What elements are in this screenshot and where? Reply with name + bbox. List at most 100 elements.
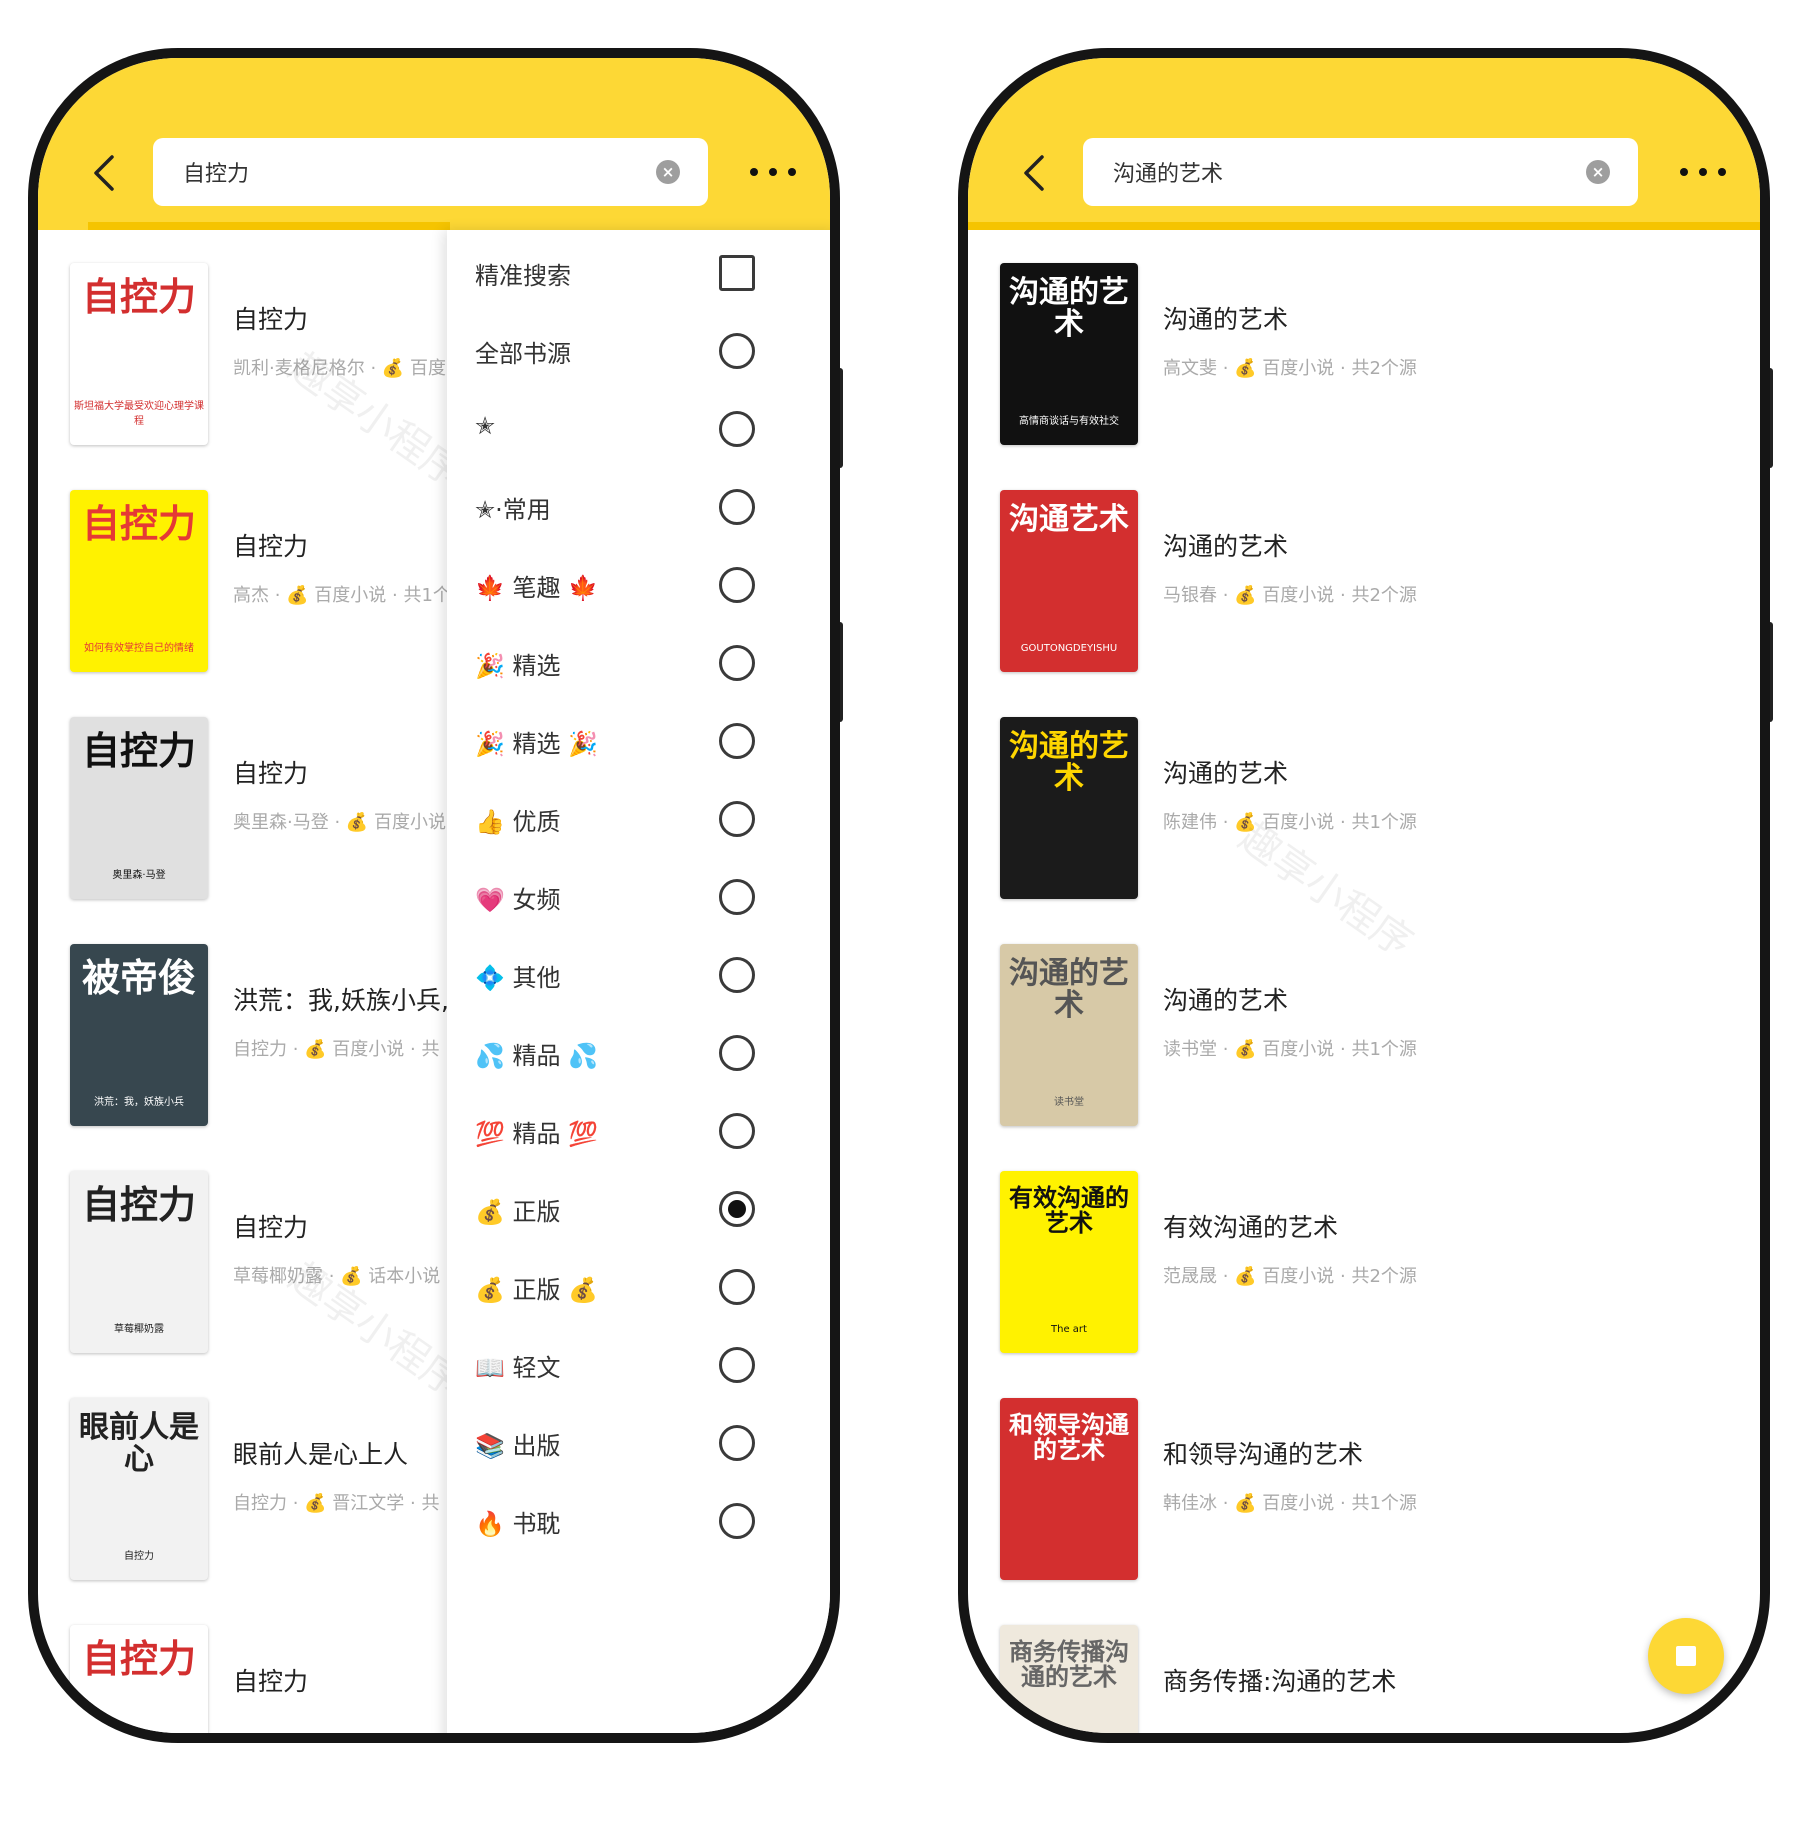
book-cover: 有效沟通的艺术 The art	[1000, 1171, 1138, 1353]
checkbox[interactable]	[719, 255, 755, 291]
book-cover-title: 自控力	[81, 1182, 196, 1227]
option-label: 🔥 书耽	[475, 1510, 561, 1538]
exact-search-option[interactable]: 精准搜索	[447, 234, 830, 324]
book-cover-title: 自控力	[81, 501, 196, 546]
radio-button[interactable]	[719, 489, 755, 525]
source-group-option[interactable]: 📚 出版	[447, 1404, 830, 1494]
book-meta: 高文斐 · 💰 百度小说 · 共2个源	[1163, 358, 1417, 379]
book-cover-subtitle: The art	[1051, 1324, 1087, 1335]
option-label: 精准搜索	[475, 262, 571, 290]
book-cover-subtitle: 洪荒：我，妖族小兵	[94, 1097, 184, 1108]
book-title: 自控力	[233, 532, 309, 561]
source-group-option[interactable]: 💰 正版 💰	[447, 1248, 830, 1338]
more-options-icon[interactable]	[750, 168, 796, 180]
book-meta: 高杰 · 💰 百度小说 · 共1个	[233, 585, 451, 606]
source-group-option[interactable]: ✭·常用	[447, 468, 830, 558]
back-arrow-icon[interactable]	[86, 153, 126, 193]
book-cover-subtitle: 读书堂	[1054, 1097, 1084, 1108]
radio-button[interactable]	[719, 1035, 755, 1071]
source-group-option[interactable]: 💗 女频	[447, 858, 830, 948]
clear-icon[interactable]: ×	[1586, 160, 1610, 184]
radio-button[interactable]	[719, 333, 755, 369]
option-label: 🎉 精选	[475, 652, 561, 680]
book-cover-title: 自控力	[81, 274, 196, 319]
radio-button[interactable]	[719, 879, 755, 915]
source-group-option[interactable]: 💰 正版	[447, 1170, 830, 1260]
book-meta: 韩佳冰 · 💰 百度小说 · 共1个源	[1163, 1493, 1417, 1514]
book-meta: 草莓椰奶露 · 💰 话本小说	[233, 1266, 441, 1287]
book-meta: 自控力 · 💰 晋江文学 · 共	[233, 1493, 440, 1514]
more-options-icon[interactable]	[1680, 168, 1726, 180]
option-label: 全部书源	[475, 340, 571, 368]
radio-button[interactable]	[719, 957, 755, 993]
book-cover-title: 被帝俊	[81, 955, 196, 1000]
radio-button[interactable]	[719, 801, 755, 837]
back-arrow-icon[interactable]	[1016, 153, 1056, 193]
source-group-option[interactable]: 💠 其他	[447, 936, 830, 1026]
option-label: 💗 女频	[475, 886, 561, 914]
source-filter-menu: 精准搜索全部书源 ✭ ✭·常用 🍁 笔趣 🍁 🎉 精选 🎉 精选 🎉 👍 优质 💗 女频 💠 其…	[447, 230, 830, 1733]
book-cover: 眼前人是心 自控力	[70, 1398, 208, 1580]
source-group-option[interactable]: 🍁 笔趣 🍁	[447, 546, 830, 636]
book-meta: 范晟晟 · 💰 百度小说 · 共2个源	[1163, 1266, 1417, 1287]
source-group-option[interactable]: 📖 轻文	[447, 1326, 830, 1416]
radio-button[interactable]	[719, 1191, 755, 1227]
search-input[interactable]: 自控力 ×	[153, 138, 708, 206]
book-meta: 凯利·麦格尼格尔 · 💰 百度	[233, 358, 447, 379]
book-meta: 陈建伟 · 💰 百度小说 · 共1个源	[1163, 812, 1417, 833]
option-label: 📖 轻文	[475, 1354, 561, 1382]
book-list-item[interactable]: 沟通的艺术 读书堂 沟通的艺术 读书堂 · 💰 百度小说 · 共1个源	[968, 911, 1760, 1138]
option-label: 💠 其他	[475, 964, 561, 992]
radio-button[interactable]	[719, 567, 755, 603]
stop-search-button[interactable]	[1648, 1618, 1724, 1694]
radio-button[interactable]	[719, 1347, 755, 1383]
option-label: 💦 精品 💦	[475, 1042, 599, 1070]
source-group-option[interactable]: 全部书源	[447, 312, 830, 402]
book-cover-title: 沟通的艺术	[1009, 275, 1129, 342]
book-list-item[interactable]: 沟通的艺术高情商谈话与有效社交 沟通的艺术高文斐 · 💰 百度小说 · 共2个源	[968, 230, 1760, 457]
source-group-option[interactable]: ✭	[447, 390, 830, 480]
book-list-item[interactable]: 商务传播沟通的艺术 商务传播:沟通的艺术	[968, 1592, 1760, 1733]
radio-button[interactable]	[719, 723, 755, 759]
book-cover: 沟通的艺术 读书堂	[1000, 944, 1138, 1126]
source-group-option[interactable]: 👍 优质	[447, 780, 830, 870]
stop-icon	[1676, 1646, 1696, 1666]
book-list-item[interactable]: 有效沟通的艺术 The art 有效沟通的艺术范晟晟 · 💰 百度小说 · 共2个源	[968, 1138, 1760, 1365]
book-cover-title: 沟通的艺术	[1009, 956, 1129, 1023]
book-title: 沟通的艺术	[1163, 759, 1289, 788]
source-group-option[interactable]: 🎉 精选 🎉	[447, 702, 830, 792]
book-cover: 自控力 如何有效掌控自己的情绪	[70, 490, 208, 672]
option-label: 🎉 精选 🎉	[475, 730, 599, 758]
source-group-option[interactable]: 🎉 精选	[447, 624, 830, 714]
option-label: 💰 正版	[475, 1198, 561, 1226]
book-list-item[interactable]: 沟通的艺术 沟通的艺术 陈建伟 · 💰 百度小说 · 共1个源	[968, 684, 1760, 911]
source-group-option[interactable]: 💦 精品 💦	[447, 1014, 830, 1104]
book-cover: 沟通的艺术高情商谈话与有效社交	[1000, 263, 1138, 445]
option-label: ✭	[475, 412, 496, 440]
radio-button[interactable]	[719, 1113, 755, 1149]
option-label: 👍 优质	[475, 808, 561, 836]
book-cover-title: 自控力	[81, 1636, 196, 1681]
book-cover-title: 和领导沟通的艺术	[1009, 1410, 1129, 1465]
book-cover-subtitle: 斯坦福大学最受欢迎心理学课程	[74, 401, 204, 427]
book-list-item[interactable]: 沟通艺术 GOUTONGDEYISHU 沟通的艺术 马银春 · 💰 百度小说 · 共2…	[968, 457, 1760, 684]
source-group-option[interactable]: 🔥 书耽	[447, 1482, 830, 1572]
book-list-item[interactable]: 和领导沟通的艺术 和领导沟通的艺术 韩佳冰 · 💰 百度小说 · 共1个源	[968, 1365, 1760, 1592]
book-cover-title: 眼前人是心	[79, 1410, 199, 1477]
radio-button[interactable]	[719, 1269, 755, 1305]
book-cover-subtitle: 高情商谈话与有效社交	[1019, 416, 1119, 427]
book-title: 商务传播:沟通的艺术	[1163, 1667, 1397, 1696]
source-group-option[interactable]: 💯 精品 💯	[447, 1092, 830, 1182]
book-title: 有效沟通的艺术	[1163, 1213, 1339, 1242]
radio-button[interactable]	[719, 1503, 755, 1539]
radio-button[interactable]	[719, 411, 755, 447]
book-title: 沟通的艺术	[1163, 532, 1289, 561]
search-input[interactable]: 沟通的艺术 ×	[1083, 138, 1638, 206]
top-bar: 沟通的艺术 ×	[968, 58, 1760, 230]
radio-button[interactable]	[719, 645, 755, 681]
book-title: 眼前人是心上人	[233, 1440, 409, 1469]
book-cover-subtitle: 草莓椰奶露	[114, 1324, 164, 1335]
search-query: 自控力	[183, 162, 250, 187]
clear-icon[interactable]: ×	[656, 160, 680, 184]
radio-button[interactable]	[719, 1425, 755, 1461]
